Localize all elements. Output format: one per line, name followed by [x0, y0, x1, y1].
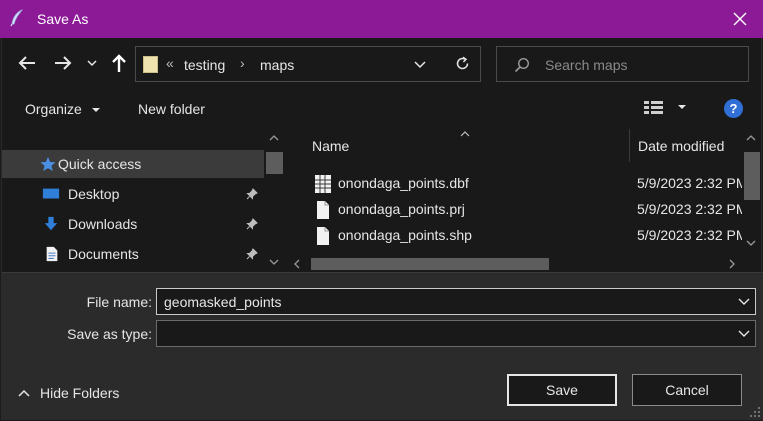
file-name: onondaga_points.dbf: [338, 175, 469, 191]
sidebar-item-documents[interactable]: Documents: [2, 240, 264, 268]
command-bar: Organize New folder ?: [2, 90, 763, 126]
navigation-pane-scrollbar[interactable]: [264, 129, 285, 272]
file-row[interactable]: onondaga_points.shp 5/9/2023 2:32 PM: [287, 222, 742, 248]
sidebar-item-label: Desktop: [68, 186, 120, 202]
save-button[interactable]: Save: [507, 374, 617, 406]
sidebar-item-label: Quick access: [58, 156, 142, 172]
file-name-label: File name:: [86, 294, 152, 310]
quill-icon: [10, 9, 24, 27]
document-icon: [46, 246, 58, 262]
file-date: 5/9/2023 2:32 PM: [637, 201, 742, 217]
column-header-date-modified[interactable]: Date modified: [638, 138, 724, 172]
resize-grip-icon[interactable]: [749, 406, 761, 418]
file-icon: [317, 227, 329, 245]
column-header-name[interactable]: Name: [312, 138, 349, 172]
close-icon: [733, 12, 747, 26]
breadcrumb-maps[interactable]: maps: [260, 57, 294, 73]
refresh-icon[interactable]: [454, 55, 471, 72]
address-bar[interactable]: « testing › maps: [135, 46, 481, 82]
pin-icon[interactable]: [246, 188, 258, 200]
chevron-down-icon: [87, 60, 97, 67]
hide-folders-label: Hide Folders: [40, 385, 120, 401]
search-icon: [514, 57, 530, 73]
chevron-down-icon[interactable]: [746, 239, 756, 247]
scrollbar-thumb[interactable]: [744, 152, 760, 200]
download-arrow-icon: [44, 216, 58, 231]
help-button[interactable]: ?: [724, 99, 743, 118]
breadcrumb-separator[interactable]: ›: [240, 55, 245, 71]
forward-button[interactable]: [52, 52, 76, 76]
arrow-right-icon: [55, 56, 72, 70]
file-row[interactable]: onondaga_points.dbf 5/9/2023 2:32 PM: [287, 170, 742, 196]
file-list-vertical-scrollbar[interactable]: [742, 129, 761, 254]
file-row[interactable]: onondaga_points.prj 5/9/2023 2:32 PM: [287, 196, 742, 222]
chevron-right-icon[interactable]: [728, 259, 736, 269]
cancel-button[interactable]: Cancel: [632, 374, 742, 406]
recent-locations-button[interactable]: [86, 52, 100, 76]
up-button[interactable]: [108, 52, 132, 76]
file-list-horizontal-scrollbar[interactable]: [287, 254, 742, 272]
file-date: 5/9/2023 2:32 PM: [637, 227, 742, 243]
chevron-up-icon[interactable]: [746, 134, 756, 142]
sort-ascending-icon: [460, 131, 470, 137]
new-folder-button[interactable]: New folder: [138, 101, 205, 117]
dialog-body: « testing › maps Organize: [1, 38, 763, 420]
file-name: onondaga_points.shp: [338, 227, 472, 243]
sidebar-item-downloads[interactable]: Downloads: [2, 210, 264, 238]
file-name-field[interactable]: [164, 292, 734, 312]
sidebar-item-quick-access[interactable]: Quick access: [2, 150, 264, 178]
chevron-down-icon[interactable]: [738, 329, 750, 339]
search-input[interactable]: [545, 55, 735, 75]
chevron-down-icon[interactable]: [738, 297, 750, 307]
caret-down-icon: [91, 108, 100, 112]
column-divider[interactable]: [629, 129, 630, 162]
title-bar: Save As: [0, 0, 763, 38]
change-view-button[interactable]: [643, 99, 691, 120]
arrow-up-icon: [112, 54, 126, 72]
chevron-up-icon: [18, 389, 30, 397]
file-name: onondaga_points.prj: [338, 201, 465, 217]
breadcrumb-overflow[interactable]: «: [166, 55, 174, 71]
organize-label: Organize: [25, 101, 82, 117]
scrollbar-thumb[interactable]: [266, 152, 283, 174]
scrollbar-thumb[interactable]: [311, 258, 549, 270]
sidebar-item-desktop[interactable]: Desktop: [2, 180, 264, 208]
chevron-up-icon[interactable]: [269, 134, 279, 142]
save-as-type-label: Save as type:: [67, 326, 152, 342]
organize-menu[interactable]: Organize: [25, 101, 101, 117]
save-as-type-select[interactable]: [156, 320, 756, 347]
pin-icon[interactable]: [246, 218, 258, 230]
chevron-left-icon[interactable]: [293, 259, 301, 269]
desktop-icon: [42, 188, 60, 199]
chevron-down-icon[interactable]: [413, 58, 427, 72]
chevron-down-icon[interactable]: [269, 258, 279, 266]
save-form: File name: Save as type: Hide Folders Sa…: [2, 272, 763, 420]
navigation-pane: Quick access Desktop Downloads Documents: [2, 129, 285, 272]
folder-icon: [143, 56, 158, 73]
arrow-left-icon: [18, 56, 35, 70]
file-date: 5/9/2023 2:32 PM: [637, 175, 742, 191]
file-icon: [317, 201, 329, 219]
file-list: Name Date modified onondaga_points.dbf 5…: [287, 129, 761, 272]
search-box[interactable]: [496, 46, 749, 82]
star-icon: [40, 157, 56, 171]
window-title: Save As: [37, 11, 89, 27]
table-file-icon: [315, 175, 331, 193]
navigation-bar: « testing › maps: [2, 38, 763, 88]
sidebar-item-label: Documents: [68, 246, 139, 262]
file-name-combobox[interactable]: [156, 288, 756, 315]
breadcrumb-testing[interactable]: testing: [184, 57, 225, 73]
back-button[interactable]: [16, 52, 40, 76]
details-view-icon: [644, 101, 686, 114]
pin-icon[interactable]: [246, 248, 258, 260]
close-button[interactable]: [717, 0, 763, 38]
sidebar-item-label: Downloads: [68, 216, 138, 232]
